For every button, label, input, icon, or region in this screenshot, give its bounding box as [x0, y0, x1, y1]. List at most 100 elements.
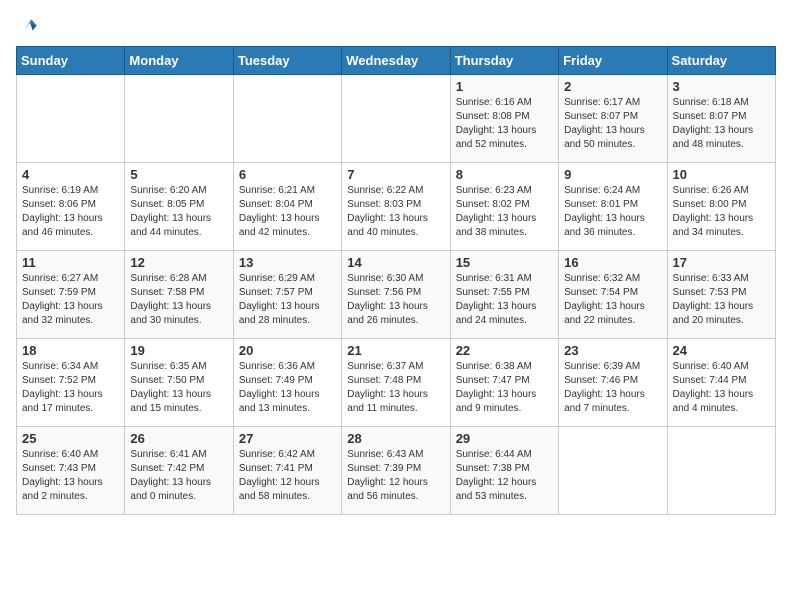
calendar-cell: 9Sunrise: 6:24 AM Sunset: 8:01 PM Daylig… — [559, 163, 667, 251]
weekday-header-monday: Monday — [125, 47, 233, 75]
day-info: Sunrise: 6:16 AM Sunset: 8:08 PM Dayligh… — [456, 96, 553, 152]
calendar-cell: 2 Sunrise: 6:17 AM Sunset: 8:07 PM Daylig… — [559, 75, 667, 163]
day-number: 17 — [673, 255, 770, 270]
weekday-header-saturday: Saturday — [667, 47, 775, 75]
calendar-cell — [667, 427, 775, 515]
week-row-0: 1 Sunrise: 6:16 AM Sunset: 8:08 PM Daylig… — [17, 75, 776, 163]
day-info: Sunrise: 6:17 AM Sunset: 8:07 PM Dayligh… — [564, 96, 661, 152]
logo — [16, 16, 40, 36]
day-number: 21 — [347, 343, 444, 358]
day-number: 23 — [564, 343, 661, 358]
week-row-1: 4 Sunrise: 6:19 AM Sunset: 8:06 PM Daylig… — [17, 163, 776, 251]
day-info: Sunrise: 6:35 AM Sunset: 7:50 PM Dayligh… — [130, 360, 227, 416]
calendar-cell: 14 Sunrise: 6:30 AM Sunset: 7:56 PM Dayli… — [342, 251, 450, 339]
day-number: 16 — [564, 255, 661, 270]
day-number: 25 — [22, 431, 119, 446]
calendar-cell: 3 Sunrise: 6:18 AM Sunset: 8:07 PM Daylig… — [667, 75, 775, 163]
calendar-cell: 21Sunrise: 6:37 AM Sunset: 7:48 PM Dayli… — [342, 339, 450, 427]
day-number: 5 — [130, 167, 227, 182]
day-info: Sunrise: 6:29 AM Sunset: 7:57 PM Dayligh… — [239, 272, 336, 328]
day-number: 20 — [239, 343, 336, 358]
day-info: Sunrise: 6:33 AM Sunset: 7:53 PM Dayligh… — [673, 272, 770, 328]
day-number: 15 — [456, 255, 553, 270]
weekday-header-thursday: Thursday — [450, 47, 558, 75]
calendar-cell: 19 Sunrise: 6:35 AM Sunset: 7:50 PM Dayli… — [125, 339, 233, 427]
calendar-cell: 11 Sunrise: 6:27 AM Sunset: 7:59 PM Dayli… — [17, 251, 125, 339]
calendar-cell: 4 Sunrise: 6:19 AM Sunset: 8:06 PM Daylig… — [17, 163, 125, 251]
calendar-cell: 7Sunrise: 6:22 AM Sunset: 8:03 PM Daylig… — [342, 163, 450, 251]
day-number: 22 — [456, 343, 553, 358]
day-info: Sunrise: 6:21 AM Sunset: 8:04 PM Dayligh… — [239, 184, 336, 240]
calendar-cell: 16 Sunrise: 6:32 AM Sunset: 7:54 PM Dayli… — [559, 251, 667, 339]
calendar-cell: 24 Sunrise: 6:40 AM Sunset: 7:44 PM Dayli… — [667, 339, 775, 427]
weekday-header-row: SundayMondayTuesdayWednesdayThursdayFrid… — [17, 47, 776, 75]
day-number: 4 — [22, 167, 119, 182]
day-number: 14 — [347, 255, 444, 270]
day-info: Sunrise: 6:31 AM Sunset: 7:55 PM Dayligh… — [456, 272, 553, 328]
calendar-cell: 6 Sunrise: 6:21 AM Sunset: 8:04 PM Daylig… — [233, 163, 341, 251]
day-number: 2 — [564, 79, 661, 94]
calendar-cell: 27 Sunrise: 6:42 AM Sunset: 7:41 PM Dayli… — [233, 427, 341, 515]
day-info: Sunrise: 6:41 AM Sunset: 7:42 PM Dayligh… — [130, 448, 227, 504]
calendar-cell — [233, 75, 341, 163]
day-number: 28 — [347, 431, 444, 446]
calendar-cell: 17 Sunrise: 6:33 AM Sunset: 7:53 PM Dayli… — [667, 251, 775, 339]
week-row-2: 11 Sunrise: 6:27 AM Sunset: 7:59 PM Dayli… — [17, 251, 776, 339]
day-info: Sunrise: 6:40 AM Sunset: 7:43 PM Dayligh… — [22, 448, 119, 504]
calendar-cell: 23 Sunrise: 6:39 AM Sunset: 7:46 PM Dayli… — [559, 339, 667, 427]
day-info: Sunrise: 6:34 AM Sunset: 7:52 PM Dayligh… — [22, 360, 119, 416]
day-number: 3 — [673, 79, 770, 94]
calendar-cell: 20 Sunrise: 6:36 AM Sunset: 7:49 PM Dayli… — [233, 339, 341, 427]
day-number: 12 — [130, 255, 227, 270]
day-number: 11 — [22, 255, 119, 270]
day-info: Sunrise: 6:20 AM Sunset: 8:05 PM Dayligh… — [130, 184, 227, 240]
day-info: Sunrise: 6:42 AM Sunset: 7:41 PM Dayligh… — [239, 448, 336, 504]
calendar-cell — [559, 427, 667, 515]
weekday-header-wednesday: Wednesday — [342, 47, 450, 75]
day-number: 26 — [130, 431, 227, 446]
day-number: 19 — [130, 343, 227, 358]
day-info: Sunrise: 6:36 AM Sunset: 7:49 PM Dayligh… — [239, 360, 336, 416]
calendar-cell: 26 Sunrise: 6:41 AM Sunset: 7:42 PM Dayli… — [125, 427, 233, 515]
day-info: Sunrise: 6:28 AM Sunset: 7:58 PM Dayligh… — [130, 272, 227, 328]
week-row-4: 25 Sunrise: 6:40 AM Sunset: 7:43 PM Dayli… — [17, 427, 776, 515]
weekday-header-sunday: Sunday — [17, 47, 125, 75]
day-number: 8 — [456, 167, 553, 182]
day-info: Sunrise: 6:40 AM Sunset: 7:44 PM Dayligh… — [673, 360, 770, 416]
day-info: Sunrise: 6:39 AM Sunset: 7:46 PM Dayligh… — [564, 360, 661, 416]
calendar-cell: 29 Sunrise: 6:44 AM Sunset: 7:38 PM Dayli… — [450, 427, 558, 515]
day-info: Sunrise: 6:30 AM Sunset: 7:56 PM Dayligh… — [347, 272, 444, 328]
calendar-cell — [342, 75, 450, 163]
weekday-header-tuesday: Tuesday — [233, 47, 341, 75]
day-number: 18 — [22, 343, 119, 358]
calendar-cell: 18 Sunrise: 6:34 AM Sunset: 7:52 PM Dayli… — [17, 339, 125, 427]
day-number: 29 — [456, 431, 553, 446]
day-info: Sunrise: 6:23 AM Sunset: 8:02 PM Dayligh… — [456, 184, 553, 240]
weekday-header-friday: Friday — [559, 47, 667, 75]
day-info: Sunrise: 6:18 AM Sunset: 8:07 PM Dayligh… — [673, 96, 770, 152]
day-info: Sunrise: 6:32 AM Sunset: 7:54 PM Dayligh… — [564, 272, 661, 328]
calendar-cell: 13 Sunrise: 6:29 AM Sunset: 7:57 PM Dayli… — [233, 251, 341, 339]
calendar-cell: 28 Sunrise: 6:43 AM Sunset: 7:39 PM Dayli… — [342, 427, 450, 515]
day-info: Sunrise: 6:38 AM Sunset: 7:47 PM Dayligh… — [456, 360, 553, 416]
calendar-cell — [17, 75, 125, 163]
day-info: Sunrise: 6:19 AM Sunset: 8:06 PM Dayligh… — [22, 184, 119, 240]
calendar-cell: 1 Sunrise: 6:16 AM Sunset: 8:08 PM Daylig… — [450, 75, 558, 163]
day-number: 9 — [564, 167, 661, 182]
day-info: Sunrise: 6:26 AM Sunset: 8:00 PM Dayligh… — [673, 184, 770, 240]
calendar-cell — [125, 75, 233, 163]
day-number: 27 — [239, 431, 336, 446]
day-info: Sunrise: 6:27 AM Sunset: 7:59 PM Dayligh… — [22, 272, 119, 328]
calendar-cell: 12 Sunrise: 6:28 AM Sunset: 7:58 PM Dayli… — [125, 251, 233, 339]
day-number: 13 — [239, 255, 336, 270]
calendar-cell: 8 Sunrise: 6:23 AM Sunset: 8:02 PM Daylig… — [450, 163, 558, 251]
day-number: 6 — [239, 167, 336, 182]
day-number: 24 — [673, 343, 770, 358]
calendar-table: SundayMondayTuesdayWednesdayThursdayFrid… — [16, 46, 776, 515]
day-number: 1 — [456, 79, 553, 94]
day-number: 7 — [347, 167, 444, 182]
day-info: Sunrise: 6:43 AM Sunset: 7:39 PM Dayligh… — [347, 448, 444, 504]
calendar-cell: 5 Sunrise: 6:20 AM Sunset: 8:05 PM Daylig… — [125, 163, 233, 251]
day-info: Sunrise: 6:44 AM Sunset: 7:38 PM Dayligh… — [456, 448, 553, 504]
calendar-cell: 15 Sunrise: 6:31 AM Sunset: 7:55 PM Dayli… — [450, 251, 558, 339]
